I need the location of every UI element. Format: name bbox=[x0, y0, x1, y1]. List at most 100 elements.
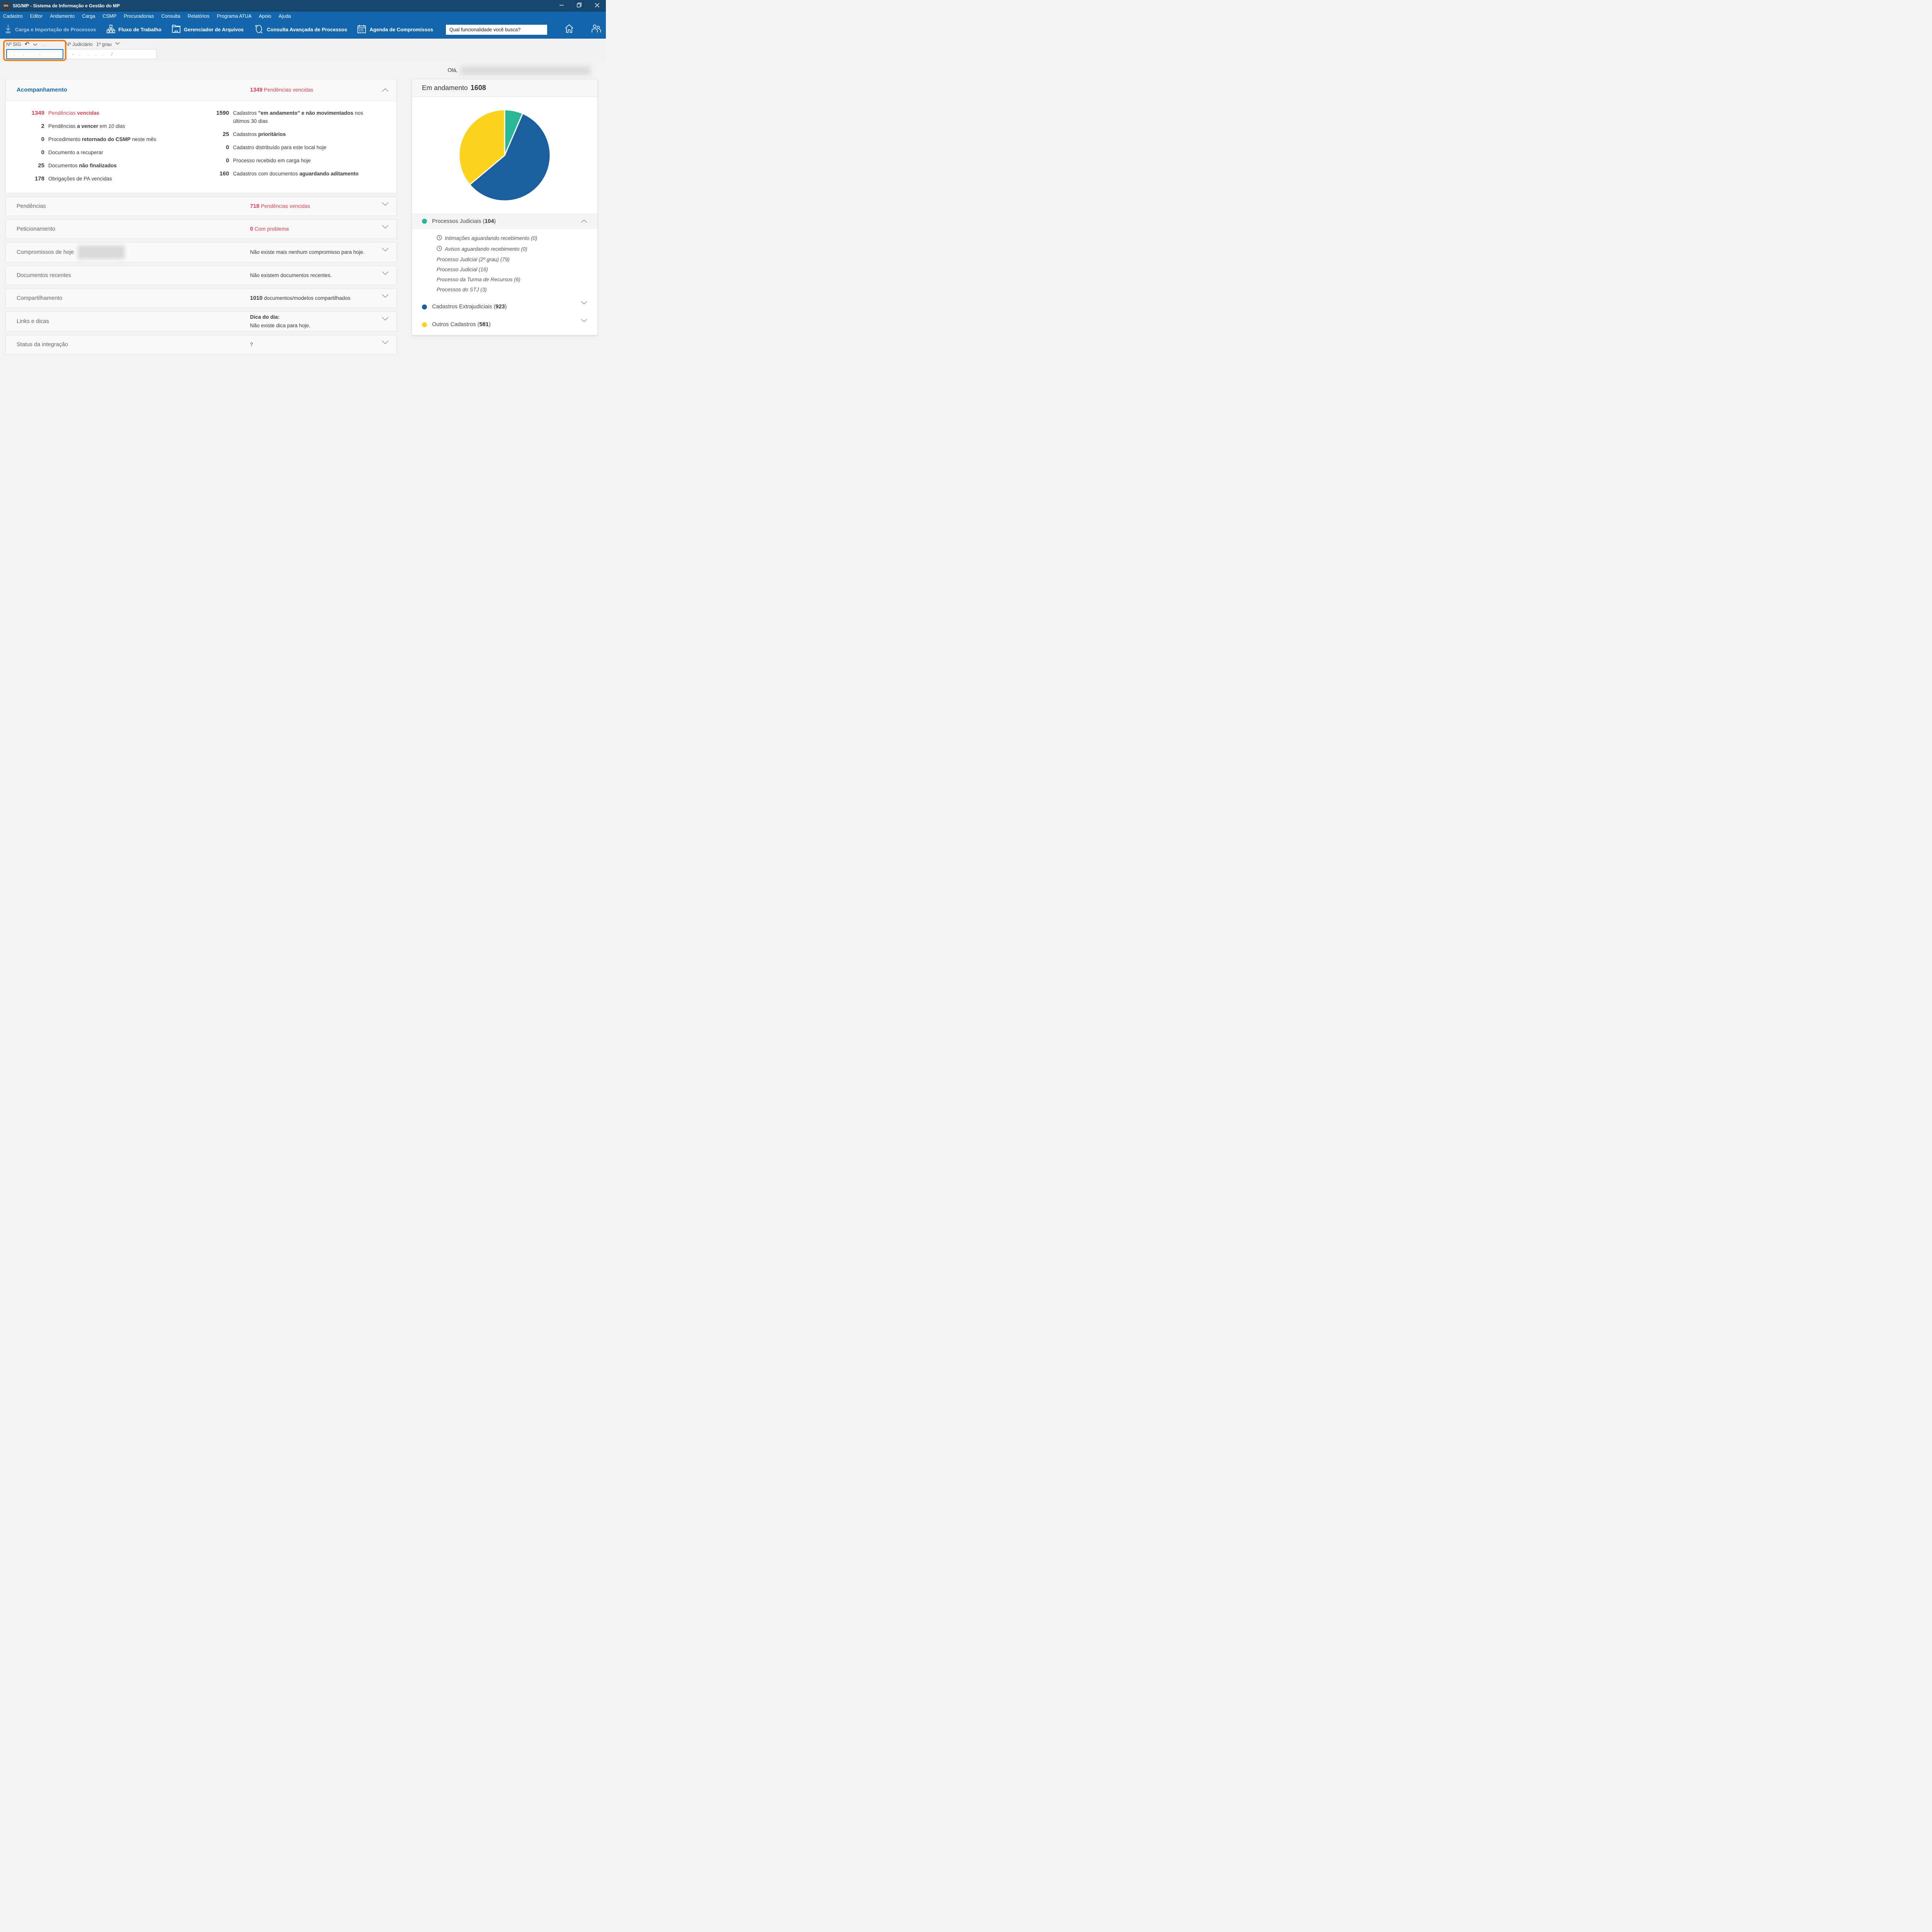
menu-apoio[interactable]: Apoio bbox=[259, 14, 271, 19]
close-button[interactable] bbox=[588, 0, 606, 12]
chevron-down-icon[interactable] bbox=[115, 41, 120, 46]
menu-relatorios[interactable]: Relatórios bbox=[188, 14, 209, 19]
minimize-button[interactable] bbox=[553, 0, 570, 12]
row-pendencias[interactable]: Pendências 718 Pendências vencidas bbox=[5, 197, 397, 216]
home-button[interactable] bbox=[565, 24, 574, 35]
stat-cadastro-distribuido[interactable]: 0 Cadastro distribuído para este local h… bbox=[187, 143, 386, 151]
stat-value: 0 bbox=[226, 157, 229, 164]
main-content: Acompanhamento 1349 Pendências vencidas … bbox=[0, 78, 606, 354]
process-number-filterbar: Nº SIG ↶ … Nº Judiciário 1º grau bbox=[0, 39, 606, 62]
sub-item-stj[interactable]: Processos do STJ (3) bbox=[437, 287, 597, 293]
grau-selector[interactable]: 1º grau bbox=[96, 42, 112, 47]
chevron-down-icon[interactable] bbox=[581, 319, 587, 322]
stat-text: Cadastros "em andamento" e não movimenta… bbox=[233, 110, 363, 124]
legend-cadastros-extrajudiciais[interactable]: Cadastros Extrajudiciais (923) bbox=[412, 298, 597, 316]
green-dot-icon bbox=[422, 219, 427, 224]
stat-cadastros-prioritarios[interactable]: 25 Cadastros prioritários bbox=[187, 130, 386, 138]
stat-obrigacoes-pa[interactable]: 178 Obrigações de PA vencidas bbox=[17, 175, 187, 183]
card-total: 1608 bbox=[470, 84, 486, 92]
stat-text: Cadastro distribuído para este local hoj… bbox=[233, 145, 327, 150]
stat-pendencias-a-vencer[interactable]: 2 Pendências a vencer em 10 dias bbox=[17, 122, 187, 130]
menu-consulta[interactable]: Consulta bbox=[161, 14, 180, 19]
menu-procuradorias[interactable]: Procuradorias bbox=[124, 14, 154, 19]
legend-label: Outros Cadastros (581) bbox=[432, 321, 491, 328]
chevron-down-icon[interactable] bbox=[382, 294, 389, 298]
chevron-down-icon[interactable] bbox=[33, 42, 37, 47]
sub-item-avisos[interactable]: Avisos aguardando recebimento (0) bbox=[437, 246, 597, 252]
row-label: Compromissos de hoje bbox=[17, 245, 125, 259]
pie-chart[interactable] bbox=[412, 97, 597, 214]
close-icon bbox=[595, 2, 599, 9]
acompanhamento-body: 1349 Pendências vencidas 2 Pendências a … bbox=[6, 100, 396, 193]
stat-value: 25 bbox=[38, 162, 44, 169]
legend-processos-judiciais[interactable]: Processos Judiciais (104) bbox=[412, 214, 597, 229]
judicial-number-input[interactable] bbox=[66, 49, 157, 59]
fluxo-trabalho-button[interactable]: Fluxo de Trabalho bbox=[106, 25, 162, 34]
chevron-down-icon[interactable] bbox=[382, 271, 389, 275]
stat-value: 2 bbox=[41, 123, 44, 129]
sub-item-turma-recursos[interactable]: Processo da Turma de Recursos (6) bbox=[437, 277, 597, 282]
row-documentos-recentes[interactable]: Documentos recentes Não existem document… bbox=[5, 266, 397, 285]
chevron-down-icon[interactable] bbox=[382, 248, 389, 252]
chevron-down-icon[interactable] bbox=[382, 317, 389, 321]
sub-item-text: Intimações aguardando recebimento (0) bbox=[445, 235, 537, 241]
menu-andamento[interactable]: Andamento bbox=[50, 14, 75, 19]
stat-pendencias-vencidas[interactable]: 1349 Pendências vencidas bbox=[17, 109, 187, 117]
gerenciador-arquivos-button[interactable]: Gerenciador de Arquivos bbox=[172, 25, 244, 34]
acompanhamento-header[interactable]: Acompanhamento 1349 Pendências vencidas bbox=[6, 79, 396, 100]
stat-aguardando-aditamento[interactable]: 160 Cadastros com documentos aguardando … bbox=[187, 170, 386, 178]
stat-value: 0 bbox=[226, 144, 229, 151]
stat-cadastros-nao-movimentados[interactable]: 1590 Cadastros "em andamento" e não movi… bbox=[187, 109, 386, 125]
user-button[interactable] bbox=[591, 24, 601, 35]
chevron-down-icon[interactable] bbox=[382, 202, 389, 206]
search-input[interactable] bbox=[446, 24, 547, 35]
sub-item-text: Processo Judicial (2º grau) (79) bbox=[437, 257, 510, 262]
stat-processo-recebido[interactable]: 0 Processo recebido em carga hoje bbox=[187, 156, 386, 165]
row-label: Documentos recentes bbox=[17, 272, 71, 279]
restore-button[interactable] bbox=[570, 0, 588, 12]
chevron-down-icon[interactable] bbox=[382, 340, 389, 344]
row-status: Não existe mais nenhum compromisso para … bbox=[250, 249, 365, 255]
menu-carga[interactable]: Carga bbox=[82, 14, 95, 19]
menu-ajuda[interactable]: Ajuda bbox=[279, 14, 291, 19]
menu-editor[interactable]: Editor bbox=[30, 14, 43, 19]
menu-programa-atua[interactable]: Programa ATUA bbox=[217, 14, 252, 19]
sub-item-processo-judicial[interactable]: Processo Judicial (16) bbox=[437, 267, 597, 272]
row-status-integracao[interactable]: Status da integração ? bbox=[5, 335, 397, 354]
legend-outros-cadastros[interactable]: Outros Cadastros (581) bbox=[412, 316, 597, 333]
carga-importacao-button[interactable]: Carga e Importação de Processos bbox=[5, 25, 96, 34]
stat-value: 178 bbox=[34, 175, 44, 182]
stats-column-left: 1349 Pendências vencidas 2 Pendências a … bbox=[17, 109, 187, 183]
card-title: Em andamento bbox=[422, 84, 468, 92]
chevron-up-icon[interactable] bbox=[581, 219, 587, 223]
row-compartilhamento[interactable]: Compartilhamento 1010 documentos/modelos… bbox=[5, 289, 397, 308]
stat-documentos-nao-finalizados[interactable]: 25 Documentos não finalizados bbox=[17, 162, 187, 170]
stat-procedimento-retornado[interactable]: 0 Procedimento retornado do CSMP neste m… bbox=[17, 135, 187, 143]
consulta-avancada-button[interactable]: Consulta Avançada de Processos bbox=[254, 25, 347, 34]
agenda-compromissos-button[interactable]: Agenda de Compromissos bbox=[357, 25, 433, 34]
users-icon bbox=[591, 24, 601, 35]
chevron-down-icon[interactable] bbox=[382, 225, 389, 229]
row-label: Compartilhamento bbox=[17, 295, 63, 301]
sub-item-processo-2grau[interactable]: Processo Judicial (2º grau) (79) bbox=[437, 257, 597, 262]
chevron-down-icon[interactable] bbox=[581, 301, 587, 304]
menu-csmp[interactable]: CSMP bbox=[102, 14, 116, 19]
stat-text: Processo recebido em carga hoje bbox=[233, 158, 311, 163]
row-status: Não existem documentos recentes. bbox=[250, 272, 332, 278]
header-status-badge: 1349 Pendências vencidas bbox=[250, 87, 313, 93]
stat-text: Cadastros com documentos aguardando adit… bbox=[233, 171, 359, 177]
sub-item-intimacoes[interactable]: Intimações aguardando recebimento (0) bbox=[437, 235, 597, 242]
more-options-icon[interactable]: … bbox=[41, 42, 46, 47]
sig-number-input[interactable] bbox=[6, 49, 63, 59]
stat-documento-recuperar[interactable]: 0 Documento a recuperar bbox=[17, 148, 187, 156]
row-peticionamento[interactable]: Peticionamento 0 Com problema bbox=[5, 219, 397, 239]
menu-cadastro[interactable]: Cadastro bbox=[3, 14, 23, 19]
row-compromissos-hoje[interactable]: Compromissos de hoje Não existe mais nen… bbox=[5, 242, 397, 262]
yellow-dot-icon bbox=[422, 322, 427, 327]
sub-item-text: Processo da Turma de Recursos (6) bbox=[437, 277, 520, 282]
undo-icon[interactable]: ↶ bbox=[25, 41, 30, 47]
row-links-dicas[interactable]: Links e dicas Dica do dia: Não existe dic… bbox=[5, 311, 397, 332]
stat-text: Documentos não finalizados bbox=[48, 163, 117, 168]
chevron-up-icon[interactable] bbox=[382, 88, 389, 92]
stat-text: Obrigações de PA vencidas bbox=[48, 176, 112, 182]
